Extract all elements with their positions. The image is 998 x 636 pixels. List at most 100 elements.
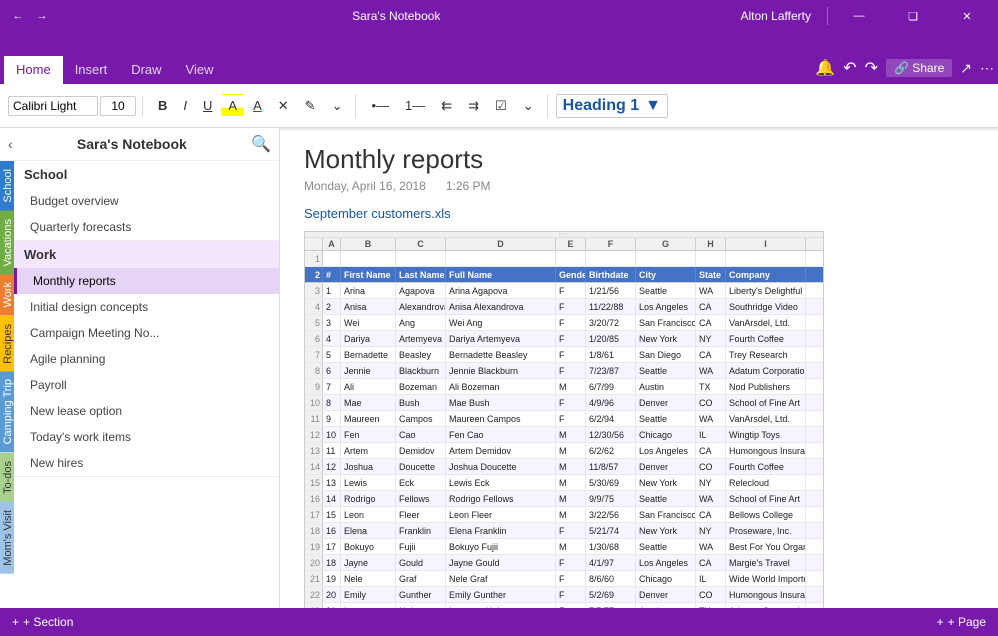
list-item[interactable]: Wei Ang [446,315,556,330]
list-more[interactable]: ⌄ [516,94,541,118]
list-item[interactable]: 6 [323,363,341,378]
list-item[interactable]: Cao [396,427,446,442]
bell-icon[interactable]: 🔔 [815,58,835,78]
list-item[interactable]: Nele Graf [446,571,556,586]
list-item[interactable]: 6/2/62 [586,443,636,458]
list-item[interactable]: Austin [636,603,696,608]
page-initial-design[interactable]: Initial design concepts [14,294,279,320]
list-item[interactable]: Humongous Insurance [726,443,806,458]
list-item[interactable]: NY [696,523,726,538]
list-item[interactable]: Elena [341,523,396,538]
list-item[interactable]: Fen [341,427,396,442]
list-item[interactable]: Leon Fleer [446,507,556,522]
list-item[interactable]: 3/22/56 [586,507,636,522]
list-item[interactable]: Los Angeles [636,443,696,458]
list-item[interactable]: Nele [341,571,396,586]
ss-cell-h-fullname[interactable]: Full Name [446,267,556,282]
add-page-button[interactable]: + + Page [937,615,986,629]
todo-button[interactable]: ☑ [488,94,514,118]
back-button[interactable]: ← [8,6,28,26]
page-payroll[interactable]: Payroll [14,372,279,398]
list-item[interactable]: M [556,475,586,490]
heading-select[interactable]: Heading 1 ▼ [556,94,668,118]
expand-icon[interactable]: ↗ [960,60,972,77]
list-item[interactable]: CA [696,555,726,570]
list-item[interactable]: CO [696,395,726,410]
list-item[interactable]: New York [636,523,696,538]
list-item[interactable]: NY [696,331,726,346]
list-item[interactable]: 12 [323,459,341,474]
list-item[interactable]: 16 [323,523,341,538]
list-item[interactable]: 3/20/72 [586,315,636,330]
search-icon[interactable]: 🔍 [251,134,271,154]
list-item[interactable]: Emily Gunther [446,587,556,602]
ss-cell-h-state[interactable]: State [696,267,726,282]
list-item[interactable]: WA [696,411,726,426]
list-item[interactable]: Anisa Alexandrova [446,299,556,314]
page-todays-work[interactable]: Today's work items [14,424,279,450]
list-item[interactable]: 14 [323,491,341,506]
list-item[interactable]: Ang [396,315,446,330]
forward-button[interactable]: → [32,6,52,26]
ss-cell-1-d[interactable] [446,251,556,266]
list-item[interactable]: Gunther [396,587,446,602]
list-item[interactable]: Liberty's Delightful Sin... [726,283,806,298]
italic-button[interactable]: I [176,94,194,117]
list-item[interactable]: Mae Bush [446,395,556,410]
ss-cell-1-f[interactable] [586,251,636,266]
list-item[interactable]: NY [696,475,726,490]
list-item[interactable]: Fellows [396,491,446,506]
page-agile-planning[interactable]: Agile planning [14,346,279,372]
list-item[interactable]: Jayne Gould [446,555,556,570]
list-item[interactable]: San Francisco [636,507,696,522]
list-item[interactable]: F [556,363,586,378]
list-item[interactable]: School of Fine Art [726,395,806,410]
list-item[interactable]: Rodrigo [341,491,396,506]
section-tab-work[interactable]: Work [0,274,14,315]
list-item[interactable]: 7 [323,379,341,394]
list-item[interactable]: 5 [323,347,341,362]
list-item[interactable]: F [556,587,586,602]
list-item[interactable]: 4/9/96 [586,395,636,410]
list-item[interactable]: 3 [323,315,341,330]
ss-col-header-f[interactable]: F [586,238,636,250]
list-item[interactable]: Adatum Corporation [726,363,806,378]
list-item[interactable]: 6/7/99 [586,379,636,394]
list-item[interactable]: Joshua [341,459,396,474]
list-item[interactable]: Wingtip Toys [726,427,806,442]
list-item[interactable]: WA [696,539,726,554]
list-item[interactable]: F [556,411,586,426]
list-item[interactable]: Elena Franklin [446,523,556,538]
restore-button[interactable]: ❏ [890,0,936,32]
bullets-button[interactable]: •— [364,94,396,117]
list-item[interactable]: Fen Cao [446,427,556,442]
ss-cell-h-lname[interactable]: Last Name [396,267,446,282]
ss-cell-h-num[interactable]: # [323,267,341,282]
list-item[interactable]: 9 [323,411,341,426]
page-campaign-meeting[interactable]: Campaign Meeting No... [14,320,279,346]
list-item[interactable]: M [556,491,586,506]
list-item[interactable]: Seattle [636,539,696,554]
list-item[interactable]: Wide World Importers [726,571,806,586]
ss-col-header-b[interactable]: B [341,238,396,250]
ss-col-header-g[interactable]: G [636,238,696,250]
tab-home[interactable]: Home [4,56,63,85]
list-item[interactable]: VanArsdel, Ltd. [726,411,806,426]
list-item[interactable]: 20 [323,587,341,602]
list-item[interactable]: F [556,347,586,362]
page-new-lease[interactable]: New lease option [14,398,279,424]
list-item[interactable]: Mae [341,395,396,410]
list-item[interactable]: Fleer [396,507,446,522]
list-item[interactable]: Ali Bozeman [446,379,556,394]
list-item[interactable]: IL [696,571,726,586]
list-item[interactable]: Arina [341,283,396,298]
list-item[interactable]: 5/30/69 [586,475,636,490]
list-item[interactable]: Los Angeles [636,299,696,314]
list-item[interactable]: Trey Research [726,347,806,362]
list-item[interactable]: Anisa [341,299,396,314]
list-item[interactable]: Bernadette Beasley [446,347,556,362]
ss-cell-1-g[interactable] [636,251,696,266]
list-item[interactable]: Campos [396,411,446,426]
format-more[interactable]: ⌄ [325,94,350,118]
list-item[interactable]: 11/22/88 [586,299,636,314]
